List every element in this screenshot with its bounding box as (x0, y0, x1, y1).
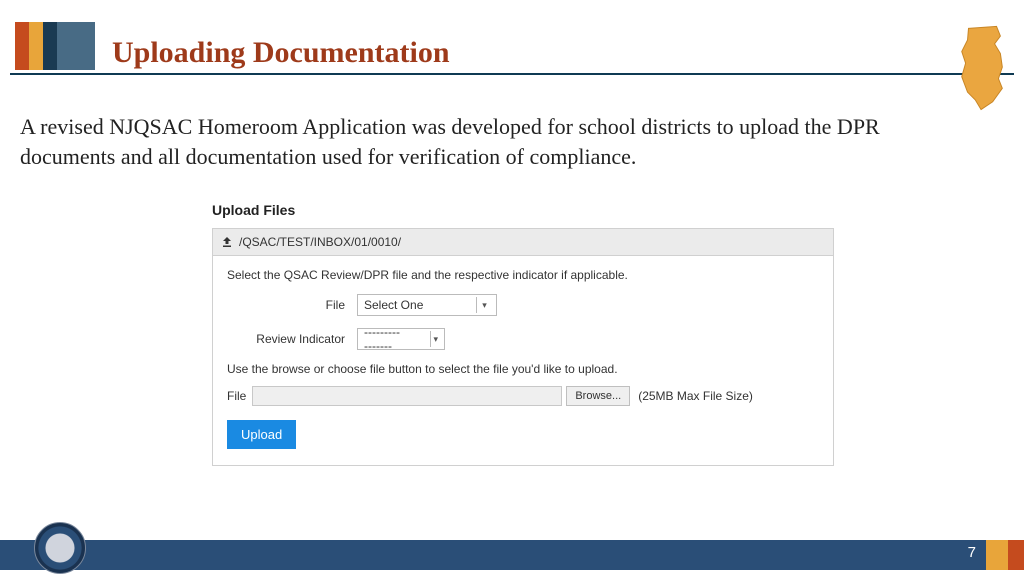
header-divider (10, 73, 1014, 75)
nj-doe-seal-icon (34, 522, 86, 574)
intro-paragraph: A revised NJQSAC Homeroom Application wa… (20, 112, 950, 171)
header-stripe-block (15, 22, 95, 70)
nj-state-icon (954, 24, 1012, 112)
file-select-value: Select One (364, 298, 423, 312)
upload-icon (221, 236, 233, 248)
chevron-down-icon: ▾ (430, 331, 440, 347)
page-title: Uploading Documentation (112, 36, 450, 70)
review-indicator-label: Review Indicator (227, 332, 357, 346)
instruction-1: Select the QSAC Review/DPR file and the … (227, 268, 819, 282)
file-select[interactable]: Select One ▾ (357, 294, 497, 316)
instruction-2: Use the browse or choose file button to … (227, 362, 819, 376)
file-input-label: File (227, 389, 246, 403)
review-indicator-select[interactable]: ---------------- ▾ (357, 328, 445, 350)
chevron-down-icon: ▾ (476, 297, 492, 313)
file-select-label: File (227, 298, 357, 312)
upload-button[interactable]: Upload (227, 420, 296, 449)
file-path-input[interactable] (252, 386, 562, 406)
upload-heading: Upload Files (212, 202, 834, 218)
slide-footer: 7 (0, 534, 1024, 576)
browse-button[interactable]: Browse... (566, 386, 630, 406)
upload-path-bar: /QSAC/TEST/INBOX/01/0010/ (213, 229, 833, 256)
review-indicator-value: ---------------- (364, 325, 400, 353)
max-file-size-note: (25MB Max File Size) (638, 389, 753, 403)
page-number: 7 (968, 544, 976, 561)
upload-path-text: /QSAC/TEST/INBOX/01/0010/ (239, 235, 401, 249)
upload-files-panel: Upload Files /QSAC/TEST/INBOX/01/0010/ S… (212, 202, 834, 466)
